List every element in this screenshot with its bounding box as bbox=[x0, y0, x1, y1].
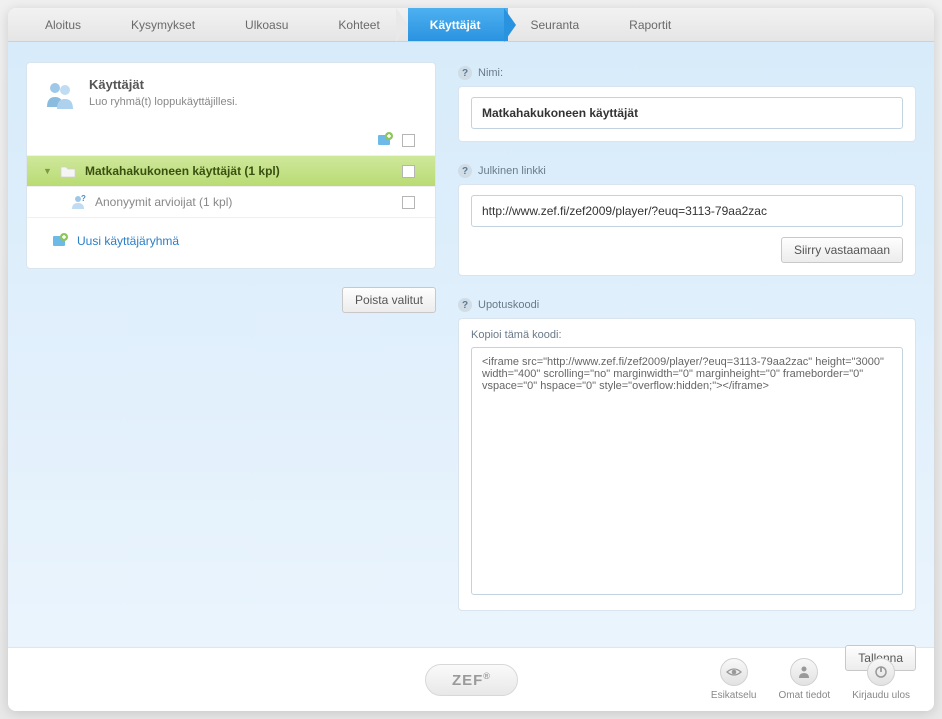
person-icon bbox=[790, 658, 818, 686]
link-block: Siirry vastaamaan bbox=[458, 184, 916, 276]
footer-center: ZEF® bbox=[232, 664, 711, 696]
name-label: Nimi: bbox=[478, 67, 503, 79]
logout-button[interactable]: Kirjaudu ulos bbox=[852, 658, 910, 701]
link-label-row: ? Julkinen linkki bbox=[458, 164, 916, 178]
embed-code-textarea[interactable] bbox=[471, 347, 903, 595]
tab-seuranta[interactable]: Seuranta bbox=[508, 8, 607, 41]
eye-icon bbox=[720, 658, 748, 686]
account-button[interactable]: Omat tiedot bbox=[778, 658, 830, 701]
right-column: ? Nimi: ? Julkinen linkki Siirry vastaam… bbox=[458, 62, 916, 629]
users-panel: Käyttäjät Luo ryhmä(t) loppukäyttäjilles… bbox=[26, 62, 436, 269]
tab-ulkoasu[interactable]: Ulkoasu bbox=[223, 8, 316, 41]
expand-arrow-icon[interactable]: ▼ bbox=[43, 166, 51, 176]
embed-label-row: ? Upotuskoodi bbox=[458, 298, 916, 312]
users-icon bbox=[43, 77, 77, 111]
add-group-icon[interactable] bbox=[376, 131, 394, 149]
group-label: Matkahakukoneen käyttäjät (1 kpl) bbox=[85, 164, 394, 178]
name-block bbox=[458, 86, 916, 142]
account-label: Omat tiedot bbox=[778, 690, 830, 701]
tab-raportit[interactable]: Raportit bbox=[607, 8, 699, 41]
new-group-icon bbox=[51, 232, 69, 250]
public-link-input[interactable] bbox=[471, 195, 903, 227]
tab-kysymykset[interactable]: Kysymykset bbox=[109, 8, 223, 41]
tab-aloitus[interactable]: Aloitus bbox=[23, 8, 109, 41]
tab-kayttajat[interactable]: Käyttäjät bbox=[408, 8, 509, 41]
group-row-sub[interactable]: ? Anonyymit arvioijat (1 kpl) bbox=[27, 186, 435, 217]
panel-title: Käyttäjät bbox=[89, 77, 238, 92]
name-label-row: ? Nimi: bbox=[458, 66, 916, 80]
group-header-row bbox=[27, 125, 435, 155]
embed-section-label: Upotuskoodi bbox=[478, 299, 539, 311]
power-icon bbox=[867, 658, 895, 686]
svg-text:?: ? bbox=[81, 194, 86, 203]
name-input[interactable] bbox=[471, 97, 903, 129]
panel-header: Käyttäjät Luo ryhmä(t) loppukäyttäjilles… bbox=[27, 63, 435, 121]
group-row-selected[interactable]: ▼ Matkahakukoneen käyttäjät (1 kpl) bbox=[27, 155, 435, 186]
remove-selected-button[interactable]: Poista valitut bbox=[342, 287, 436, 313]
anonymous-icon: ? bbox=[69, 193, 87, 211]
help-icon[interactable]: ? bbox=[458, 66, 472, 80]
embed-block: Kopioi tämä koodi: bbox=[458, 318, 916, 611]
zef-logo: ZEF® bbox=[425, 664, 518, 696]
goto-answer-button[interactable]: Siirry vastaamaan bbox=[781, 237, 903, 263]
content-area: Käyttäjät Luo ryhmä(t) loppukäyttäjilles… bbox=[8, 42, 934, 647]
new-group-link[interactable]: Uusi käyttäjäryhmä bbox=[77, 234, 179, 248]
tab-kohteet[interactable]: Kohteet bbox=[316, 8, 407, 41]
preview-button[interactable]: Esikatselu bbox=[711, 658, 757, 701]
folder-icon bbox=[59, 162, 77, 180]
select-all-checkbox[interactable] bbox=[402, 134, 415, 147]
group-checkbox[interactable] bbox=[402, 165, 415, 178]
embed-copy-label: Kopioi tämä koodi: bbox=[471, 329, 903, 341]
subgroup-label: Anonyymit arvioijat (1 kpl) bbox=[95, 195, 394, 209]
new-group-row: Uusi käyttäjäryhmä bbox=[27, 217, 435, 254]
left-actions: Poista valitut bbox=[26, 287, 436, 313]
link-label: Julkinen linkki bbox=[478, 165, 546, 177]
panel-subtitle: Luo ryhmä(t) loppukäyttäjillesi. bbox=[89, 96, 238, 108]
left-column: Käyttäjät Luo ryhmä(t) loppukäyttäjilles… bbox=[26, 62, 436, 629]
logout-label: Kirjaudu ulos bbox=[852, 690, 910, 701]
help-icon[interactable]: ? bbox=[458, 164, 472, 178]
panel-body: ▼ Matkahakukoneen käyttäjät (1 kpl) ? An… bbox=[27, 121, 435, 268]
preview-label: Esikatselu bbox=[711, 690, 757, 701]
help-icon[interactable]: ? bbox=[458, 298, 472, 312]
app-window: Aloitus Kysymykset Ulkoasu Kohteet Käytt… bbox=[8, 8, 934, 711]
subgroup-checkbox[interactable] bbox=[402, 196, 415, 209]
nav-tabs: Aloitus Kysymykset Ulkoasu Kohteet Käytt… bbox=[8, 8, 934, 42]
footer-right: Esikatselu Omat tiedot Kirjaudu ulos bbox=[711, 658, 910, 701]
